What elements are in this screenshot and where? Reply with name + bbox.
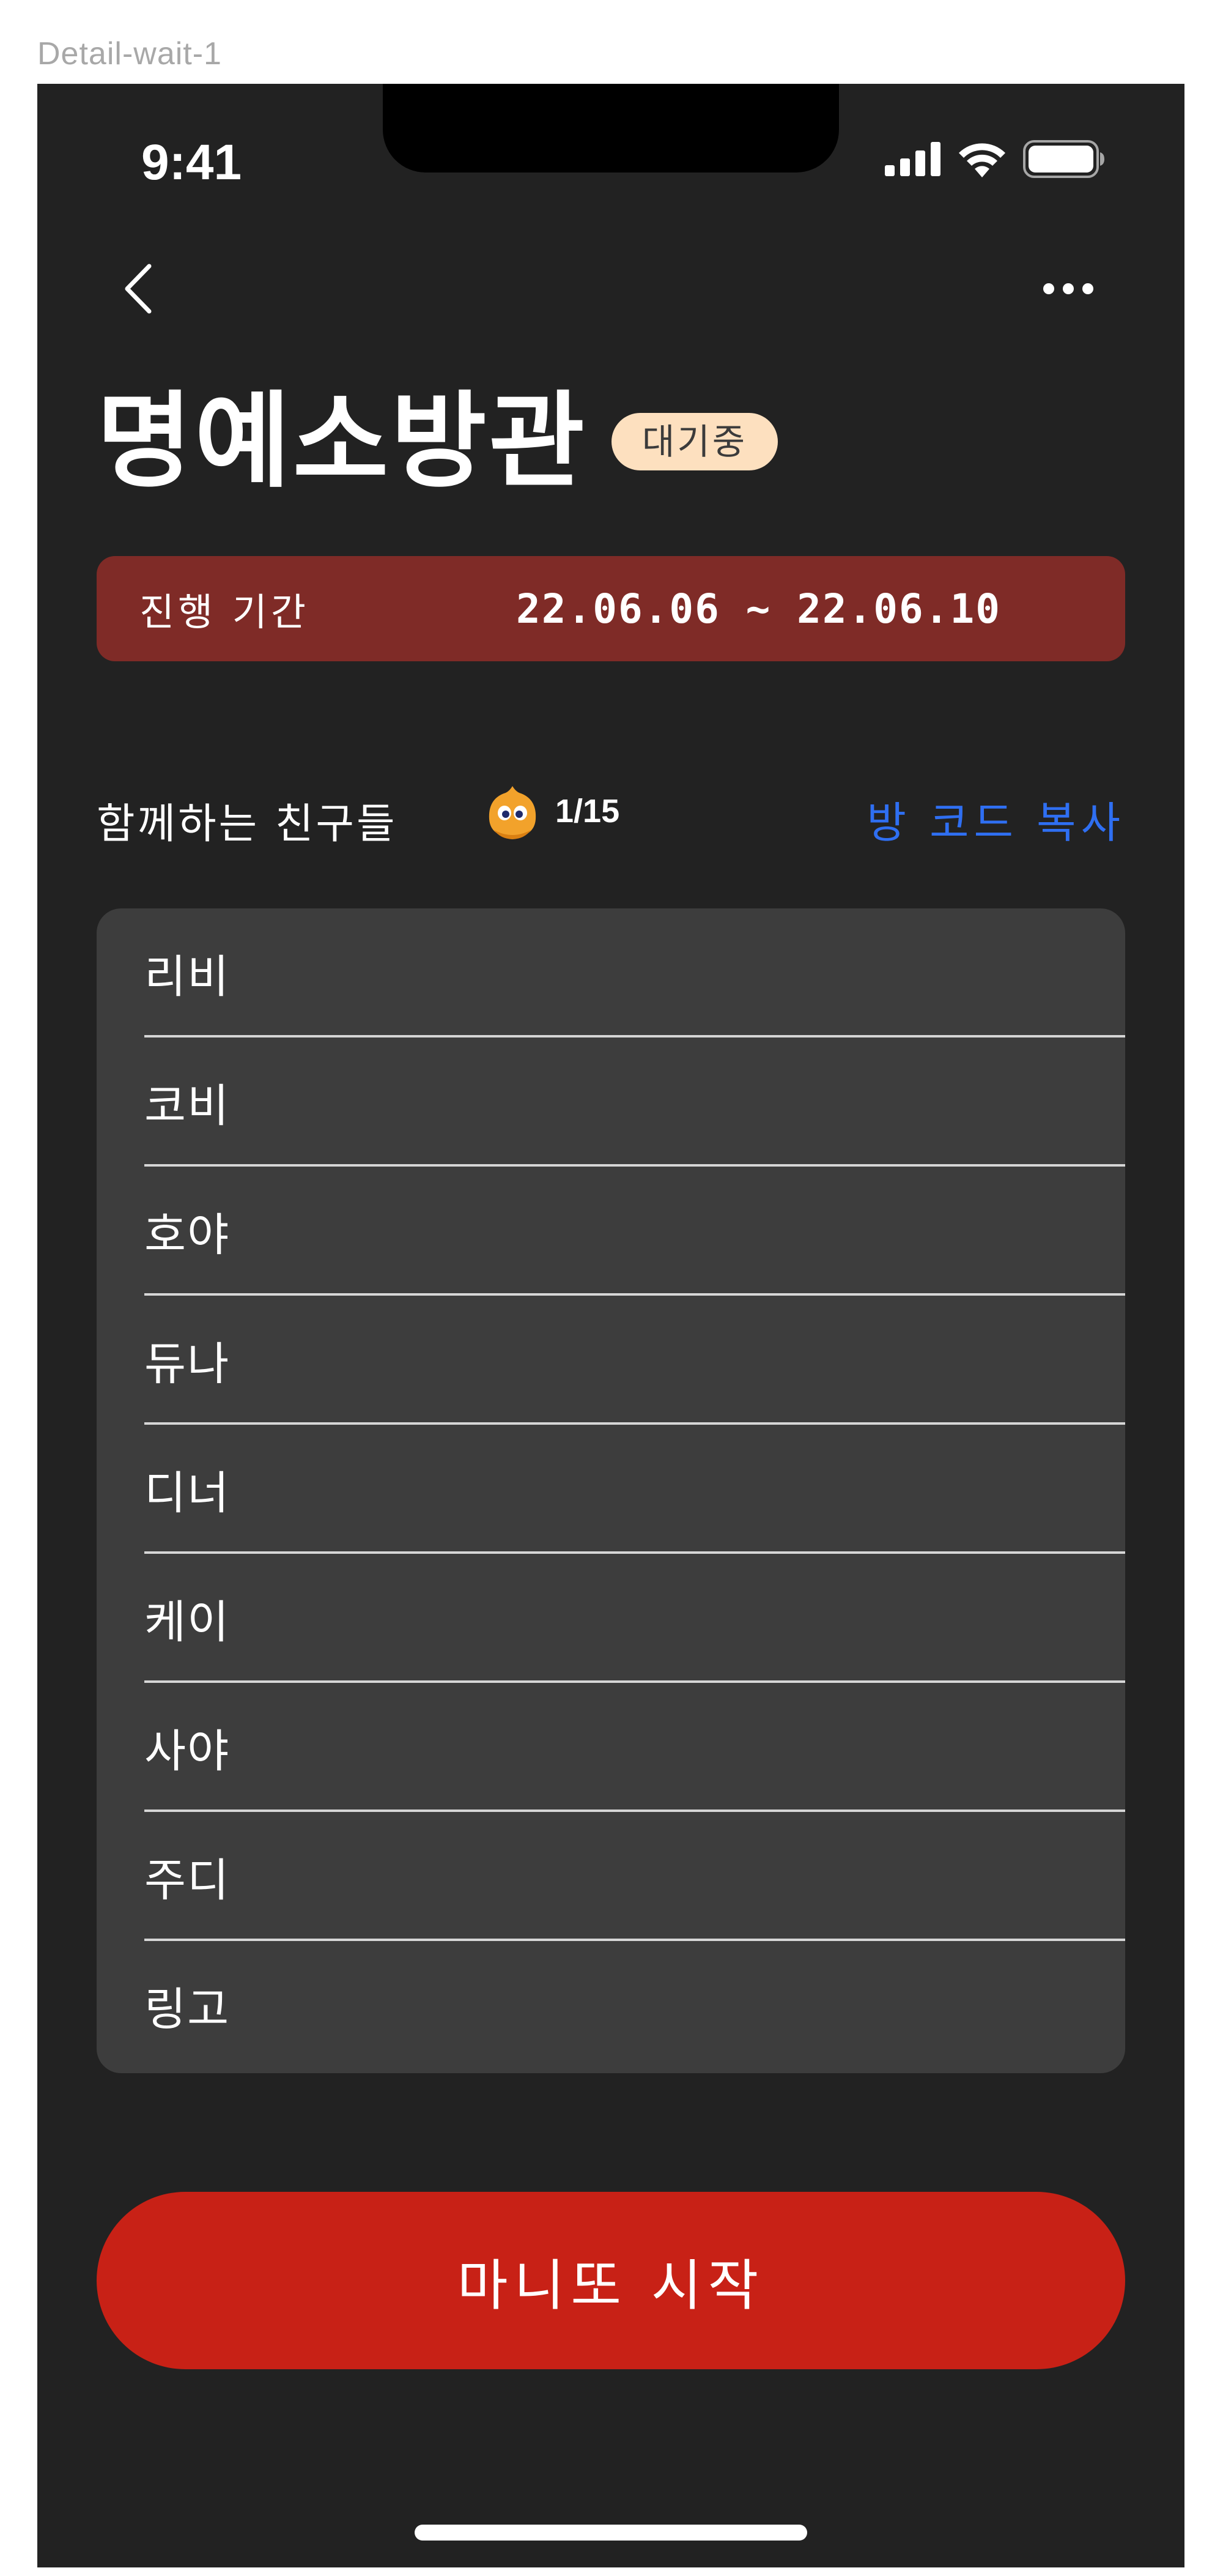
frame-label: Detail-wait-1 — [37, 36, 222, 72]
title-row: 명예소방관 대기중 — [97, 390, 778, 494]
period-box: 진행 기간 22.06.06 ~ 22.06.10 — [97, 556, 1125, 661]
list-item: 코비 — [97, 1037, 1125, 1167]
more-horizontal-icon — [1043, 283, 1093, 294]
back-button[interactable] — [105, 255, 172, 322]
status-badge: 대기중 — [612, 413, 778, 470]
period-label: 진행 기간 — [139, 590, 309, 634]
list-item: 케이 — [97, 1554, 1125, 1683]
mascot-icon — [489, 786, 536, 839]
wifi-icon — [959, 143, 1005, 177]
friends-title: 함께하는 친구들 — [97, 800, 397, 848]
cellular-signal-icon — [885, 142, 940, 176]
status-icons — [885, 140, 1105, 178]
list-item: 디너 — [97, 1425, 1125, 1554]
more-button[interactable] — [1025, 255, 1111, 322]
battery-icon — [1023, 140, 1104, 178]
friends-list: 리비 코비 호야 듀나 디너 케이 사야 주디 링고 — [97, 908, 1125, 2073]
friends-count: 1/15 — [555, 793, 620, 830]
copy-room-code-button[interactable]: 방 코드 복사 — [866, 789, 1125, 850]
list-item: 리비 — [97, 908, 1125, 1037]
list-item: 듀나 — [97, 1296, 1125, 1425]
chevron-left-icon — [125, 264, 152, 314]
friends-header: 함께하는 친구들 1/15 방 코드 복사 — [97, 781, 1125, 848]
phone-screen: 9:41 명예소방관 대기중 진행 기간 22.06.06 ~ 22.06.10… — [37, 84, 1184, 2567]
list-item: 링고 — [144, 1983, 231, 2036]
page-title: 명예소방관 — [97, 381, 588, 502]
home-indicator[interactable] — [415, 2525, 807, 2541]
status-time: 9:41 — [141, 135, 242, 190]
list-item: 호야 — [97, 1167, 1125, 1296]
start-manitto-button[interactable]: 마니또 시작 — [97, 2192, 1125, 2369]
period-value: 22.06.06 ~ 22.06.10 — [516, 585, 1001, 633]
list-item: 주디 — [97, 1812, 1125, 1941]
list-item: 사야 — [97, 1683, 1125, 1812]
device-notch — [383, 84, 839, 173]
